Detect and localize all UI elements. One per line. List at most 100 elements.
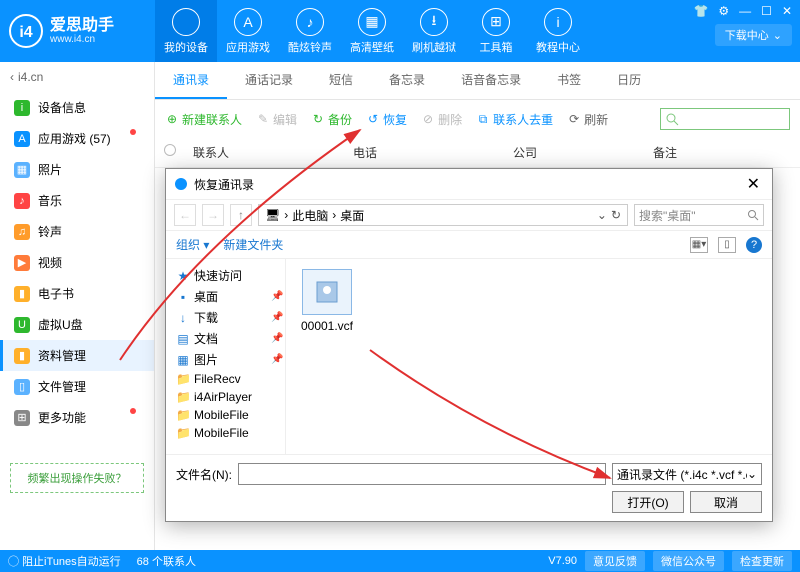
file-list[interactable]: 00001.vcf: [286, 259, 772, 454]
nav-forward-button[interactable]: →: [202, 204, 224, 226]
tab-calendar[interactable]: 日历: [599, 62, 659, 99]
refresh-button[interactable]: ⟳刷新: [567, 111, 608, 128]
new-folder-button[interactable]: 新建文件夹: [223, 236, 283, 253]
tree-item[interactable]: ▪桌面📌: [170, 286, 281, 307]
close-icon[interactable]: ✕: [782, 4, 792, 18]
file-type-select[interactable]: 通讯录文件 (*.i4c *.vcf *.csv)⌄: [612, 463, 762, 485]
chevron-down-icon[interactable]: ⌄: [597, 208, 607, 222]
sidebar-item-files[interactable]: ▯文件管理: [0, 371, 154, 402]
tab-notes[interactable]: 备忘录: [371, 62, 443, 99]
plus-icon: ⊕: [165, 112, 179, 126]
backup-button[interactable]: ↻备份: [311, 111, 352, 128]
vcf-file-icon: [302, 269, 352, 315]
svg-text:i4: i4: [19, 24, 32, 41]
tab-bookmarks[interactable]: 书签: [539, 62, 599, 99]
tree-item[interactable]: 📁MobileFile: [170, 406, 281, 424]
sidebar-item-music[interactable]: ♪音乐: [0, 185, 154, 216]
update-button[interactable]: 检查更新: [732, 551, 792, 571]
organize-button[interactable]: 组织 ▾: [176, 236, 209, 253]
download-center-button[interactable]: 下载中心 ⌄: [715, 24, 792, 46]
table-header: 联系人 电话 公司 备注: [155, 138, 800, 168]
feedback-button[interactable]: 意见反馈: [585, 551, 645, 571]
nav-up-button[interactable]: ↑: [230, 204, 252, 226]
nav-my-device[interactable]: 我的设备: [155, 0, 217, 62]
col-remark[interactable]: 备注: [645, 144, 800, 161]
pin-icon: 📌: [271, 333, 281, 344]
help-link[interactable]: 频繁出现操作失败？: [10, 463, 144, 493]
dialog-close-button[interactable]: ✕: [743, 174, 764, 194]
tab-sms[interactable]: 短信: [311, 62, 371, 99]
top-nav: 我的设备 A应用游戏 ♪酷炫铃声 ▦高清壁纸 ⭳刷机越狱 ⊞工具箱 i教程中心: [155, 0, 589, 62]
tree-item[interactable]: 📁FileRecv: [170, 370, 281, 388]
filename-input[interactable]: [238, 463, 606, 485]
gear-icon[interactable]: ⚙: [718, 4, 729, 18]
toolbar: ⊕新建联系人 ✎编辑 ↻备份 ↺恢复 ⊘删除 ⧉联系人去重 ⟳刷新: [155, 100, 800, 138]
folder-tree: ★快速访问▪桌面📌↓下载📌▤文档📌▦图片📌📁FileRecv📁i4AirPlay…: [166, 259, 286, 454]
sidebar-item-ebooks[interactable]: ▮电子书: [0, 278, 154, 309]
book-icon: ▮: [14, 286, 30, 302]
shirt-icon[interactable]: 👕: [693, 4, 708, 18]
video-icon: ▶: [14, 255, 30, 271]
badge-icon: [130, 129, 136, 135]
tab-contacts[interactable]: 通讯录: [155, 62, 227, 99]
col-phone[interactable]: 电话: [345, 144, 505, 161]
sidebar-item-more[interactable]: ⊞更多功能: [0, 402, 154, 433]
sidebar-item-apps[interactable]: A应用游戏 (57): [0, 123, 154, 154]
folder-icon: 📁: [176, 408, 190, 422]
sidebar-item-videos[interactable]: ▶视频: [0, 247, 154, 278]
music-icon: ♪: [14, 193, 30, 209]
folder-icon: ▯: [14, 379, 30, 395]
breadcrumb[interactable]: ‹ i4.cn: [0, 62, 154, 92]
sidebar-item-data[interactable]: ▮资料管理: [0, 340, 154, 371]
chevron-down-icon: ⌄: [773, 29, 782, 42]
col-name[interactable]: 联系人: [185, 144, 345, 161]
dedup-button[interactable]: ⧉联系人去重: [476, 111, 553, 128]
minimize-icon[interactable]: —: [739, 4, 751, 18]
help-icon[interactable]: ?: [746, 237, 762, 253]
folder-icon: 📁: [176, 390, 190, 404]
tree-item[interactable]: 📁MobileFile: [170, 424, 281, 442]
wechat-button[interactable]: 微信公众号: [653, 551, 724, 571]
nav-jailbreak[interactable]: ⭳刷机越狱: [403, 0, 465, 62]
tree-item[interactable]: ▤文档📌: [170, 328, 281, 349]
new-contact-button[interactable]: ⊕新建联系人: [165, 111, 242, 128]
nav-toolbox[interactable]: ⊞工具箱: [465, 0, 527, 62]
maximize-icon[interactable]: ☐: [761, 4, 772, 18]
file-open-dialog: 恢复通讯录 ✕ ← → ↑ 🖥 ›此电脑 ›桌面 ⌄↻ 搜索"桌面" 组织 ▾ …: [165, 168, 773, 522]
col-company[interactable]: 公司: [505, 144, 645, 161]
tree-item[interactable]: ↓下载📌: [170, 307, 281, 328]
search-input[interactable]: [660, 108, 790, 130]
folder-icon: 📁: [176, 372, 190, 386]
tree-item[interactable]: ★快速访问: [170, 265, 281, 286]
search-icon: [665, 112, 679, 126]
tab-voice[interactable]: 语音备忘录: [443, 62, 539, 99]
apple-icon: [172, 8, 200, 36]
nav-tutorials[interactable]: i教程中心: [527, 0, 589, 62]
restore-button[interactable]: ↺恢复: [366, 111, 407, 128]
nav-apps[interactable]: A应用游戏: [217, 0, 279, 62]
tree-item[interactable]: ▦图片📌: [170, 349, 281, 370]
nav-back-button[interactable]: ←: [174, 204, 196, 226]
tree-item[interactable]: 📁i4AirPlayer: [170, 388, 281, 406]
sidebar-item-deviceinfo[interactable]: i设备信息: [0, 92, 154, 123]
image-icon: ▦: [358, 8, 386, 36]
select-all-checkbox[interactable]: [164, 144, 176, 156]
path-bar[interactable]: 🖥 ›此电脑 ›桌面 ⌄↻: [258, 204, 628, 226]
preview-button[interactable]: ▯: [718, 237, 736, 253]
sidebar-item-photos[interactable]: ▦照片: [0, 154, 154, 185]
itunes-toggle[interactable]: ◯ 阻止iTunes自动运行: [8, 553, 121, 569]
view-mode-button[interactable]: ▦▾: [690, 237, 708, 253]
delete-button[interactable]: ⊘删除: [421, 111, 462, 128]
sidebar-item-ringtones[interactable]: ♫铃声: [0, 216, 154, 247]
edit-button[interactable]: ✎编辑: [256, 111, 297, 128]
open-button[interactable]: 打开(O): [612, 491, 684, 513]
nav-ringtones[interactable]: ♪酷炫铃声: [279, 0, 341, 62]
nav-wallpapers[interactable]: ▦高清壁纸: [341, 0, 403, 62]
dialog-search-input[interactable]: 搜索"桌面": [634, 204, 764, 226]
refresh-icon[interactable]: ↻: [611, 208, 621, 222]
app-url: www.i4.cn: [50, 34, 114, 45]
tab-calls[interactable]: 通话记录: [227, 62, 311, 99]
file-item[interactable]: 00001.vcf: [296, 269, 358, 333]
cancel-button[interactable]: 取消: [690, 491, 762, 513]
sidebar-item-udisk[interactable]: U虚拟U盘: [0, 309, 154, 340]
